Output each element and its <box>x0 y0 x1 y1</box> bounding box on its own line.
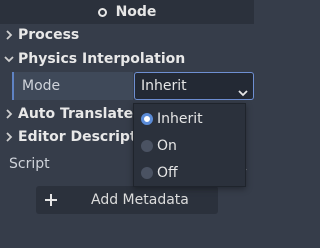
property-row-mode: Mode Inherit <box>12 72 254 100</box>
radio-unselected-icon <box>141 167 153 179</box>
option-label: On <box>157 138 177 154</box>
mode-select[interactable]: Inherit <box>134 72 254 100</box>
section-label: Editor Descriptio <box>18 129 152 145</box>
plus-icon <box>44 193 58 211</box>
chevron-right-icon <box>3 108 15 120</box>
dropdown-option-on[interactable]: On <box>134 133 245 159</box>
node-circle-icon <box>97 7 107 17</box>
add-metadata-button[interactable]: Add Metadata <box>36 186 218 214</box>
header-title: Node <box>115 4 157 20</box>
section-label: Process <box>18 27 80 43</box>
section-label: Physics Interpolation <box>18 51 186 67</box>
radio-unselected-icon <box>141 140 153 152</box>
radio-selected-icon <box>141 113 153 125</box>
property-label: Mode <box>12 72 133 100</box>
inspector-header: Node <box>0 0 254 24</box>
dropdown-option-inherit[interactable]: Inherit <box>134 106 245 132</box>
section-process[interactable]: Process <box>0 24 254 46</box>
add-metadata-label: Add Metadata <box>91 192 189 208</box>
section-physics-interpolation[interactable]: Physics Interpolation <box>0 48 254 70</box>
dropdown-option-off[interactable]: Off <box>134 160 245 186</box>
option-label: Inherit <box>157 111 203 127</box>
chevron-right-icon <box>3 29 15 41</box>
mode-dropdown-popup: Inherit On Off <box>133 103 246 187</box>
chevron-down-icon <box>3 53 15 65</box>
chevron-right-icon <box>3 131 15 143</box>
section-label: Auto Translate <box>18 106 134 122</box>
option-label: Off <box>157 165 178 181</box>
mode-select-value: Inherit <box>141 78 187 94</box>
script-label: Script <box>9 156 50 172</box>
